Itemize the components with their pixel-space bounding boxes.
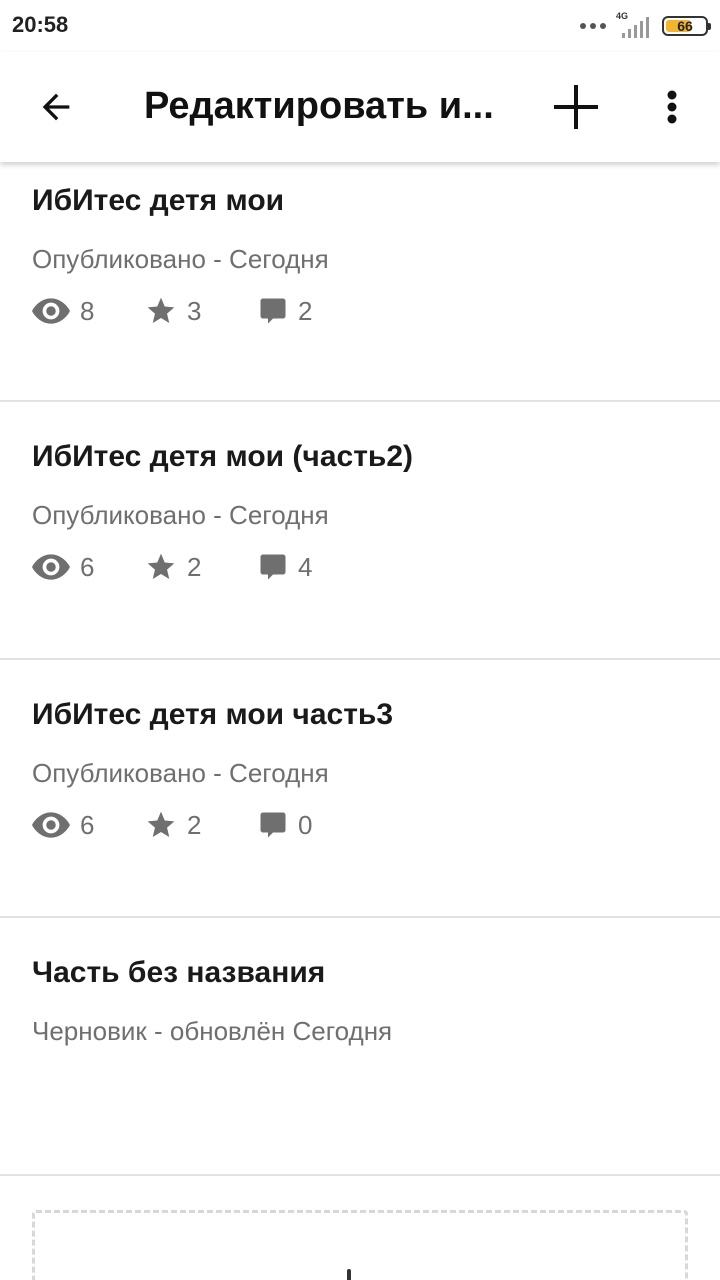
views-count: 6	[80, 809, 95, 840]
star-icon	[147, 811, 175, 837]
eye-icon	[32, 554, 70, 580]
part-status: Опубликовано - Сегодня	[32, 244, 329, 274]
votes-count: 2	[187, 809, 202, 840]
battery-icon: 66	[662, 16, 711, 36]
votes-stat: 2	[145, 551, 258, 583]
part-stats: 6 2 0	[32, 807, 371, 843]
views-count: 8	[80, 295, 95, 326]
back-button[interactable]	[26, 79, 86, 135]
status-bar: 20:58 4G 66	[0, 0, 720, 52]
comment-icon	[260, 812, 286, 838]
part-status: Опубликовано - Сегодня	[32, 500, 329, 530]
add-part-button[interactable]	[546, 79, 606, 135]
app-bar: Редактировать и...	[0, 52, 720, 162]
comments-stat: 0	[258, 810, 371, 841]
plus-icon	[347, 1269, 351, 1280]
part-status: Опубликовано - Сегодня	[32, 758, 329, 788]
part-item[interactable]: ИбИтес детя мои (часть2) Опубликовано - …	[0, 402, 720, 660]
part-status: Черновик - обновлён Сегодня	[32, 1016, 393, 1046]
votes-count: 2	[187, 551, 202, 582]
arrow-back-icon	[42, 93, 70, 121]
votes-stat: 2	[145, 809, 258, 841]
comment-icon	[260, 298, 286, 324]
notification-dots-icon	[580, 23, 606, 29]
more-vert-icon	[667, 90, 677, 124]
eye-icon	[32, 812, 70, 838]
page-title: Редактировать и...	[144, 85, 494, 127]
views-stat: 6	[32, 552, 145, 583]
eye-icon	[32, 298, 70, 324]
comments-count: 0	[298, 809, 313, 840]
part-title: ИбИтес детя мои часть3	[32, 698, 394, 731]
parts-list: ИбИтес детя мои Опубликовано - Сегодня 8…	[0, 162, 720, 1176]
star-icon	[147, 553, 175, 579]
signal-icon: 4G	[616, 11, 652, 39]
new-part-button[interactable]	[32, 1210, 688, 1280]
part-title: ИбИтес детя мои	[32, 184, 285, 217]
part-item[interactable]: ИбИтес детя мои Опубликовано - Сегодня 8…	[0, 162, 720, 402]
views-count: 6	[80, 551, 95, 582]
status-icons: 4G 66	[580, 10, 711, 42]
views-stat: 6	[32, 810, 145, 841]
comments-count: 4	[298, 551, 313, 582]
part-title: ИбИтес детя мои (часть2)	[32, 440, 414, 473]
status-time: 20:58	[12, 12, 69, 37]
views-stat: 8	[32, 296, 145, 327]
part-item[interactable]: ИбИтес детя мои часть3 Опубликовано - Се…	[0, 660, 720, 918]
network-type: 4G	[616, 11, 629, 21]
plus-icon	[554, 85, 598, 129]
part-stats: 8 3 2	[32, 293, 371, 329]
comment-icon	[260, 554, 286, 580]
star-icon	[147, 297, 175, 323]
battery-level: 66	[677, 18, 693, 34]
comments-count: 2	[298, 295, 313, 326]
part-stats: 6 2 4	[32, 549, 371, 585]
part-title: Часть без названия	[32, 956, 326, 989]
comments-stat: 2	[258, 296, 371, 327]
votes-stat: 3	[145, 295, 258, 327]
part-item[interactable]: Часть без названия Черновик - обновлён С…	[0, 918, 720, 1176]
comments-stat: 4	[258, 552, 371, 583]
more-options-button[interactable]	[646, 79, 698, 135]
votes-count: 3	[187, 295, 202, 326]
